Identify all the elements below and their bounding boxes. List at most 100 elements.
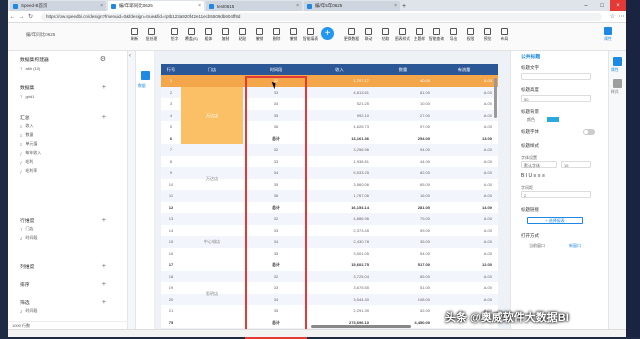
new-tab-button[interactable]: + [400, 1, 408, 11]
table-cell-p[interactable]: 34 [245, 294, 307, 306]
table-cell-n[interactable]: 8 [161, 156, 181, 168]
table-cell-qty[interactable]: 27.00 [372, 110, 430, 122]
table-cell-rev[interactable]: 16,154.14 [307, 202, 369, 214]
table-cell-p[interactable]: 34 [245, 98, 307, 110]
table-cell-flow[interactable]: A.00 [434, 156, 492, 168]
maximize-icon[interactable]: □ [594, 0, 610, 11]
table-cell-n[interactable]: 11 [161, 190, 181, 202]
table-cell-rev[interactable]: 2,430.78 [307, 236, 369, 248]
batch-button[interactable]: 批处理 [143, 28, 160, 42]
table-cell-qty[interactable]: 65.00 [372, 179, 430, 191]
table-cell-p[interactable]: 总计 [245, 259, 307, 271]
table-cell-n[interactable]: 4 [161, 110, 181, 122]
table-cell-n[interactable]: 1 [161, 75, 181, 87]
field-item[interactable]: T 门店 [20, 226, 106, 232]
table-cell-qty[interactable]: 52.00 [372, 305, 430, 317]
table-cell-qty[interactable]: 51.00 [372, 282, 430, 294]
table-cell-qty[interactable]: 82.00 [372, 167, 430, 179]
table-cell-flow[interactable]: A.00 [434, 213, 492, 225]
add-icon[interactable]: + [102, 263, 106, 270]
table-cell-n[interactable]: 17 [161, 259, 181, 271]
browser-tab-home[interactable]: Speed-B首页 × [10, 1, 106, 11]
table-cell-rev[interactable]: 1,938.81 [307, 156, 369, 168]
open-new-window[interactable]: 新窗口 [569, 243, 581, 249]
field-item[interactable]: Ta8h (10) [20, 65, 106, 71]
table-cell-n[interactable]: 12 [161, 202, 181, 214]
table-cell-flow[interactable]: A.00 [434, 87, 492, 99]
horizontal-scrollbar[interactable] [311, 325, 411, 328]
col-header-rownum[interactable]: 行号 [161, 64, 181, 75]
title-font-toggle[interactable] [583, 129, 595, 135]
table-cell-n[interactable]: 10 [161, 179, 181, 191]
field-item[interactable]: Z 时间段 [20, 235, 106, 241]
title-text-input[interactable] [521, 73, 591, 80]
gear-icon[interactable]: ⚙ [100, 55, 106, 63]
field-item[interactable]: Z 时间段 [20, 308, 106, 314]
table-cell-p[interactable]: 32 [245, 271, 307, 283]
color-swatch[interactable] [547, 117, 559, 122]
table-cell-rev[interactable]: 15,602.75 [307, 259, 369, 271]
table-cell-p[interactable]: 34 [245, 236, 307, 248]
close-icon[interactable]: × [100, 3, 103, 9]
table-cell-rev[interactable]: 521.25 [307, 98, 369, 110]
table-cell-n[interactable]: 20 [161, 294, 181, 306]
field-item[interactable]: ƒ 每年收入 [20, 150, 106, 156]
copy-button[interactable]: 复制 [217, 28, 234, 42]
paste-button[interactable]: 粘贴 [234, 28, 251, 42]
table-cell-n[interactable]: 18 [161, 271, 181, 283]
col-header-flow[interactable]: 有流量 [434, 64, 494, 75]
table-cell-rev[interactable]: 3,725.04 [307, 271, 369, 283]
table-cell-p[interactable]: 32 [245, 144, 307, 156]
table-cell-p[interactable]: 33 [245, 156, 307, 168]
redo-button[interactable]: 撤销 [285, 28, 302, 42]
table-cell-n[interactable]: 14 [161, 225, 181, 237]
table-cell-flow[interactable]: A.00 [434, 98, 492, 110]
col-header-qty[interactable]: 数量 [372, 64, 434, 75]
row-count-footer[interactable]: 1000 行数 [8, 321, 128, 329]
table-cell-p[interactable]: 33 [245, 225, 307, 237]
pivot-table[interactable]: 行号 门店 时间段 收入 数量 有流量 1 32 1,707.17 40.00 A.00… [161, 64, 498, 339]
text-format-row[interactable]: B I U ≡ ≡ ≡ [521, 173, 545, 179]
table-cell-rev[interactable]: 13,161.36 [307, 133, 369, 145]
font-button[interactable]: 铅字 [166, 28, 183, 42]
theme-button[interactable]: 主题样 [411, 28, 428, 42]
font-size-select[interactable]: 15 [561, 161, 591, 168]
table-cell-n[interactable]: 5 [161, 121, 181, 133]
store-cell[interactable]: 万达店 [181, 86, 243, 144]
table-cell-qty[interactable]: 10.00 [372, 98, 430, 110]
table-cell-qty[interactable]: 254.00 [372, 133, 430, 145]
style-icon[interactable] [613, 79, 622, 88]
field-item[interactable]: Σ 收入 [20, 123, 106, 129]
table-cell-qty[interactable]: 54.00 [372, 248, 430, 260]
field-item[interactable]: ƒ 毛利 [20, 159, 106, 165]
minimize-icon[interactable]: – [578, 0, 594, 11]
forward-icon[interactable]: → [17, 14, 26, 20]
table-cell-p[interactable]: 35 [245, 305, 307, 317]
permission-button[interactable]: 权限 [462, 28, 479, 42]
table-cell-flow[interactable]: A.00 [434, 179, 492, 191]
url-field[interactable]: https://ow.speedbi.cn/design?fmenuid=0&f… [41, 12, 602, 21]
table-cell-rev[interactable]: 3,501.05 [307, 248, 369, 260]
properties-button[interactable]: 属性 [600, 27, 616, 45]
table-cell-rev[interactable]: 2,291.39 [307, 305, 369, 317]
table-cell-flow[interactable]: A.00 [434, 190, 492, 202]
add-link-button[interactable]: + 选择报表 [527, 217, 583, 224]
table-cell-n[interactable]: 15 [161, 236, 181, 248]
open-current-window[interactable]: 当前窗口 [529, 243, 545, 249]
browser-tab-year[interactable]: 编/年5年0625 × [304, 1, 400, 11]
table-cell-p[interactable]: 36 [245, 190, 307, 202]
table-cell-rev[interactable]: 4,626.73 [307, 121, 369, 133]
table-cell-qty[interactable]: 16.00 [372, 190, 430, 202]
font-family-select[interactable]: 默认字体 [521, 161, 557, 168]
table-cell-rev[interactable]: 4,813.61 [307, 87, 369, 99]
table-cell-rev[interactable]: 1,707.17 [307, 75, 369, 87]
field-item[interactable]: Σ 数量 [20, 132, 106, 138]
field-item[interactable]: Tgrid1 [20, 93, 106, 99]
table-cell-p[interactable]: 32 [245, 213, 307, 225]
table-cell-flow[interactable]: A.00 [434, 248, 492, 260]
add-icon[interactable]: + [102, 217, 106, 224]
reload-icon[interactable]: ↻ [26, 13, 35, 20]
table-cell-n[interactable]: 7 [161, 144, 181, 156]
close-icon[interactable]: × [394, 3, 397, 9]
star-icon[interactable]: ☆ [608, 13, 617, 20]
